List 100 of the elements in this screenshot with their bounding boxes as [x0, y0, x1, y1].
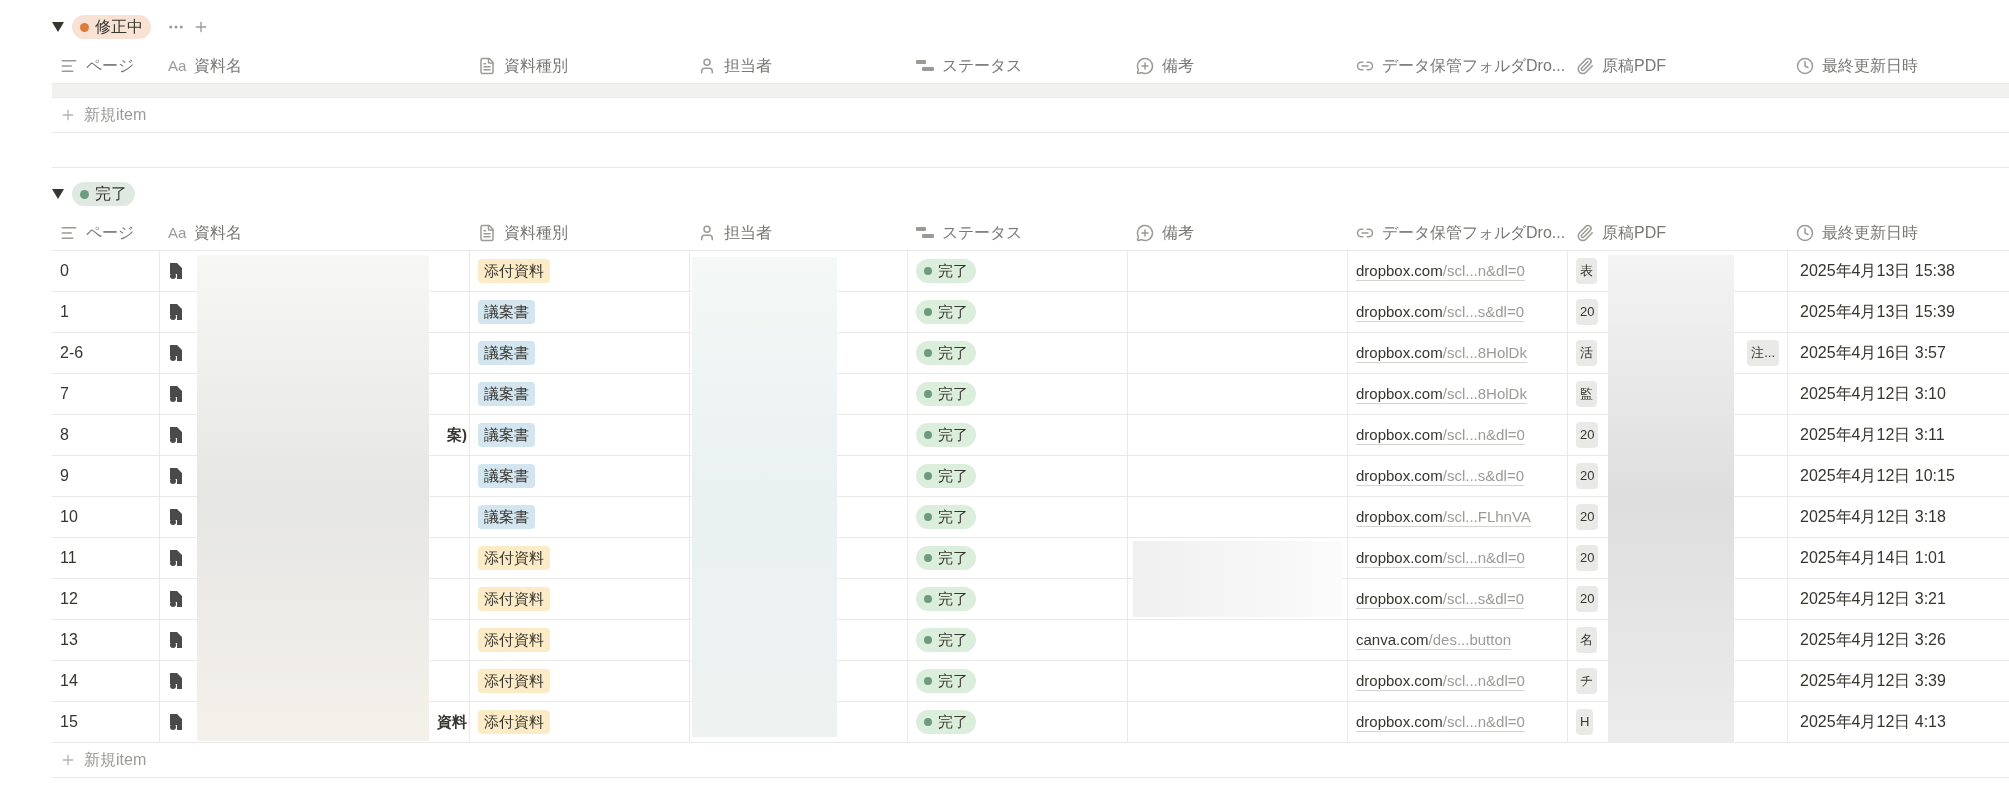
folder-link[interactable]: dropbox.com/scl...8HolDk: [1356, 341, 1527, 365]
column-title: 最終更新日時: [1822, 223, 1918, 243]
file-chip[interactable]: 活: [1576, 340, 1597, 366]
column-header[interactable]: 備考: [1128, 221, 1348, 245]
folder-link[interactable]: dropbox.com/scl...n&dl=0: [1356, 423, 1525, 447]
column-header[interactable]: データ保管フォルダDro...: [1348, 221, 1568, 245]
file-chip[interactable]: 20: [1576, 463, 1599, 489]
group-badge[interactable]: 修正中: [72, 15, 151, 39]
table-cell-text: 2025年4月12日 3:11: [1800, 425, 1945, 445]
folder-link[interactable]: dropbox.com/scl...s&dl=0: [1356, 587, 1524, 611]
table-cell-text: 2-6: [60, 343, 84, 363]
column-header[interactable]: Aa 資料名: [160, 221, 470, 245]
text-type-icon: Aa: [168, 54, 187, 78]
column-header[interactable]: ステータス: [908, 54, 1128, 78]
file-chip[interactable]: 注...: [1747, 340, 1779, 366]
title-text[interactable]: 案): [447, 423, 467, 447]
status-tag: 完了: [916, 423, 976, 447]
column-header[interactable]: ステータス: [908, 221, 1128, 245]
file-chip[interactable]: H: [1576, 709, 1594, 735]
column-header[interactable]: 資料種別: [470, 54, 690, 78]
column-header[interactable]: 原稿PDF: [1568, 54, 1788, 78]
column-header[interactable]: 資料種別: [470, 221, 690, 245]
add-icon: [60, 107, 76, 123]
column-title: データ保管フォルダDro...: [1382, 223, 1566, 243]
column-header[interactable]: ページ: [52, 54, 160, 78]
file-chip[interactable]: 20: [1576, 586, 1599, 612]
folder-link[interactable]: dropbox.com/scl...n&dl=0: [1356, 710, 1525, 734]
folder-link[interactable]: dropbox.com/scl...FLhnVA: [1356, 505, 1531, 529]
status-tag: 完了: [916, 669, 976, 693]
folder-link[interactable]: dropbox.com/scl...8HolDk: [1356, 382, 1527, 406]
type-tag: 議案書: [478, 382, 535, 406]
file-chip[interactable]: 監: [1576, 381, 1597, 407]
status-tag: 完了: [916, 546, 976, 570]
status-tag: 完了: [916, 382, 976, 406]
table-cell-text: 11: [60, 548, 77, 568]
page-icon: [168, 303, 184, 321]
document-icon: [478, 57, 496, 75]
status-tag: 完了: [916, 628, 976, 652]
folder-link[interactable]: dropbox.com/scl...n&dl=0: [1356, 669, 1525, 693]
folder-link[interactable]: dropbox.com/scl...s&dl=0: [1356, 464, 1524, 488]
table-cell-text: 1: [60, 302, 69, 322]
type-tag: 議案書: [478, 423, 535, 447]
column-header[interactable]: 担当者: [690, 221, 908, 245]
type-tag: 添付資料: [478, 587, 550, 611]
folder-link[interactable]: dropbox.com/scl...n&dl=0: [1356, 259, 1525, 283]
status-tag: 完了: [916, 505, 976, 529]
table-cell-text: 8: [60, 425, 69, 445]
table-cell-text: 0: [60, 261, 69, 281]
file-chip[interactable]: 20: [1576, 299, 1599, 325]
page-icon: [168, 672, 184, 690]
clock-icon: [1796, 224, 1814, 242]
column-header[interactable]: 担当者: [690, 54, 908, 78]
collapse-icon[interactable]: [52, 189, 64, 199]
title-text[interactable]: 資料: [437, 710, 467, 734]
type-tag: 議案書: [478, 300, 535, 324]
file-chip[interactable]: 20: [1576, 545, 1599, 571]
column-title: ページ: [86, 223, 134, 243]
folder-link[interactable]: dropbox.com/scl...s&dl=0: [1356, 300, 1524, 324]
column-header[interactable]: ページ: [52, 221, 160, 245]
lines-icon: [60, 57, 78, 75]
status-tag: 完了: [916, 259, 976, 283]
file-chip[interactable]: 20: [1576, 422, 1599, 448]
column-title: 資料名: [194, 56, 243, 76]
type-tag: 添付資料: [478, 628, 550, 652]
column-header[interactable]: 原稿PDF: [1568, 221, 1788, 245]
type-tag: 添付資料: [478, 259, 550, 283]
file-chip[interactable]: 表: [1576, 258, 1597, 284]
table-cell-text: 14: [60, 671, 78, 691]
page-icon: [168, 344, 184, 362]
column-title: 担当者: [724, 56, 772, 76]
type-tag: 議案書: [478, 505, 535, 529]
column-title: 資料種別: [504, 223, 568, 243]
column-header[interactable]: データ保管フォルダDro...: [1348, 54, 1568, 78]
table-cell-text: 2025年4月12日 3:21: [1800, 589, 1946, 609]
text-type-icon: Aa: [168, 221, 187, 245]
file-chip[interactable]: チ: [1576, 668, 1597, 694]
table-cell-text: 2025年4月12日 10:15: [1800, 466, 1955, 486]
status-tag: 完了: [916, 587, 976, 611]
document-icon: [478, 224, 496, 242]
table-cell-text: 13: [60, 630, 78, 650]
add-icon: [60, 752, 76, 768]
group-badge[interactable]: 完了: [72, 182, 135, 206]
column-header[interactable]: Aa 資料名: [160, 54, 470, 78]
file-chip[interactable]: 20: [1576, 504, 1599, 530]
table-cell-text: 7: [60, 384, 69, 404]
paperclip-icon: [1576, 57, 1594, 75]
column-title: 原稿PDF: [1602, 56, 1666, 76]
folder-link[interactable]: canva.com/des...button: [1356, 628, 1512, 652]
status-icon: [916, 225, 934, 241]
comment-icon: [1136, 224, 1154, 242]
column-header[interactable]: 最終更新日時: [1788, 54, 2009, 78]
column-title: 最終更新日時: [1822, 56, 1918, 76]
table-cell-text: 2025年4月13日 15:39: [1800, 302, 1955, 322]
column-header[interactable]: 最終更新日時: [1788, 221, 2009, 245]
column-title: ステータス: [942, 56, 1022, 76]
file-chip[interactable]: 名: [1576, 627, 1597, 653]
folder-link[interactable]: dropbox.com/scl...n&dl=0: [1356, 546, 1525, 570]
paperclip-icon: [1576, 224, 1594, 242]
collapse-icon[interactable]: [52, 22, 64, 32]
column-header[interactable]: 備考: [1128, 54, 1348, 78]
